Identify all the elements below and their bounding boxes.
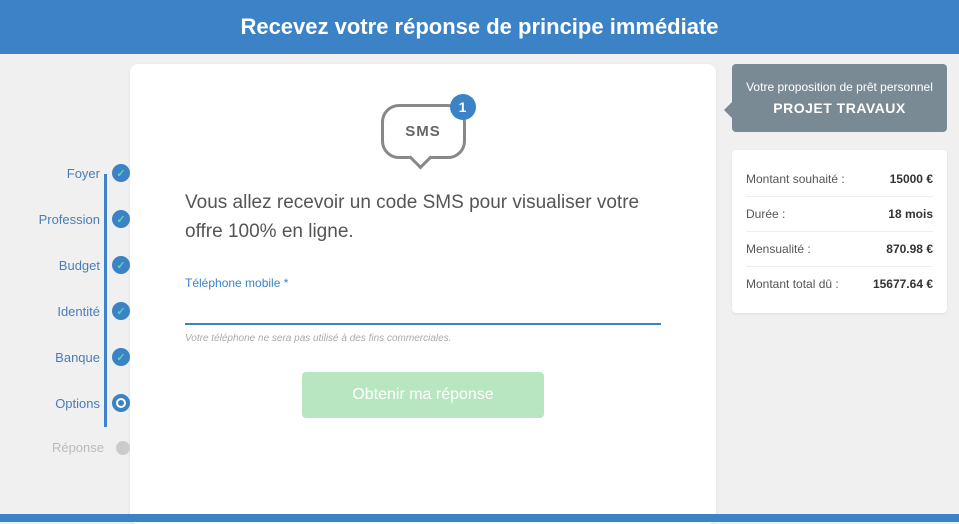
check-icon	[112, 302, 130, 320]
step-options[interactable]: Options	[18, 394, 130, 412]
summary-label: Montant total dû :	[746, 277, 839, 291]
step-banque[interactable]: Banque	[18, 348, 130, 366]
step-identite[interactable]: Identité	[18, 302, 130, 320]
proposal-title: PROJET TRAVAUX	[742, 100, 937, 116]
step-label: Foyer	[67, 166, 100, 181]
notification-badge-icon: 1	[450, 94, 476, 120]
step-foyer[interactable]: Foyer	[18, 164, 130, 182]
current-step-icon	[112, 394, 130, 412]
step-label: Profession	[39, 212, 100, 227]
step-reponse: Réponse	[18, 440, 130, 455]
step-list: Foyer Profession Budget Identité Banque …	[18, 164, 130, 455]
summary-row-total: Montant total dû : 15677.64 €	[746, 267, 933, 301]
main-instruction-text: Vous allez recevoir un code SMS pour vis…	[185, 189, 661, 246]
summary-row-duration: Durée : 18 mois	[746, 197, 933, 232]
main-container: Foyer Profession Budget Identité Banque …	[0, 54, 959, 524]
step-budget[interactable]: Budget	[18, 256, 130, 274]
phone-input-label: Téléphone mobile *	[185, 276, 661, 290]
step-label: Banque	[55, 350, 100, 365]
step-label: Réponse	[52, 440, 104, 455]
step-profession[interactable]: Profession	[18, 210, 130, 228]
proposal-box: Votre proposition de prêt personnel PROJ…	[732, 64, 947, 132]
proposal-subtitle: Votre proposition de prêt personnel	[742, 80, 937, 94]
step-label: Options	[55, 396, 100, 411]
summary-value: 870.98 €	[886, 242, 933, 256]
sms-icon-wrap: SMS 1	[185, 104, 661, 159]
check-icon	[112, 256, 130, 274]
check-icon	[112, 210, 130, 228]
check-icon	[112, 348, 130, 366]
step-label: Identité	[57, 304, 100, 319]
summary-value: 15000 €	[890, 172, 933, 186]
step-sidebar: Foyer Profession Budget Identité Banque …	[0, 64, 130, 524]
submit-button[interactable]: Obtenir ma réponse	[302, 372, 543, 418]
pending-step-icon	[116, 441, 130, 455]
summary-label: Durée :	[746, 207, 785, 221]
right-column: Votre proposition de prêt personnel PROJ…	[732, 64, 947, 524]
step-label: Budget	[59, 258, 100, 273]
summary-label: Mensualité :	[746, 242, 811, 256]
sms-cloud-icon: SMS 1	[381, 104, 466, 159]
summary-box: Montant souhaité : 15000 € Durée : 18 mo…	[732, 150, 947, 313]
footer-bar	[0, 514, 959, 522]
summary-label: Montant souhaité :	[746, 172, 845, 186]
phone-input-hint: Votre téléphone ne sera pas utilisé à de…	[185, 333, 661, 344]
page-title: Recevez votre réponse de principe immédi…	[240, 14, 718, 39]
summary-value: 15677.64 €	[873, 277, 933, 291]
summary-row-amount: Montant souhaité : 15000 €	[746, 162, 933, 197]
main-card: SMS 1 Vous allez recevoir un code SMS po…	[130, 64, 716, 524]
check-icon	[112, 164, 130, 182]
sms-text: SMS	[405, 123, 441, 140]
summary-value: 18 mois	[888, 207, 933, 221]
summary-row-monthly: Mensualité : 870.98 €	[746, 232, 933, 267]
phone-input[interactable]	[185, 294, 661, 325]
page-header: Recevez votre réponse de principe immédi…	[0, 0, 959, 54]
